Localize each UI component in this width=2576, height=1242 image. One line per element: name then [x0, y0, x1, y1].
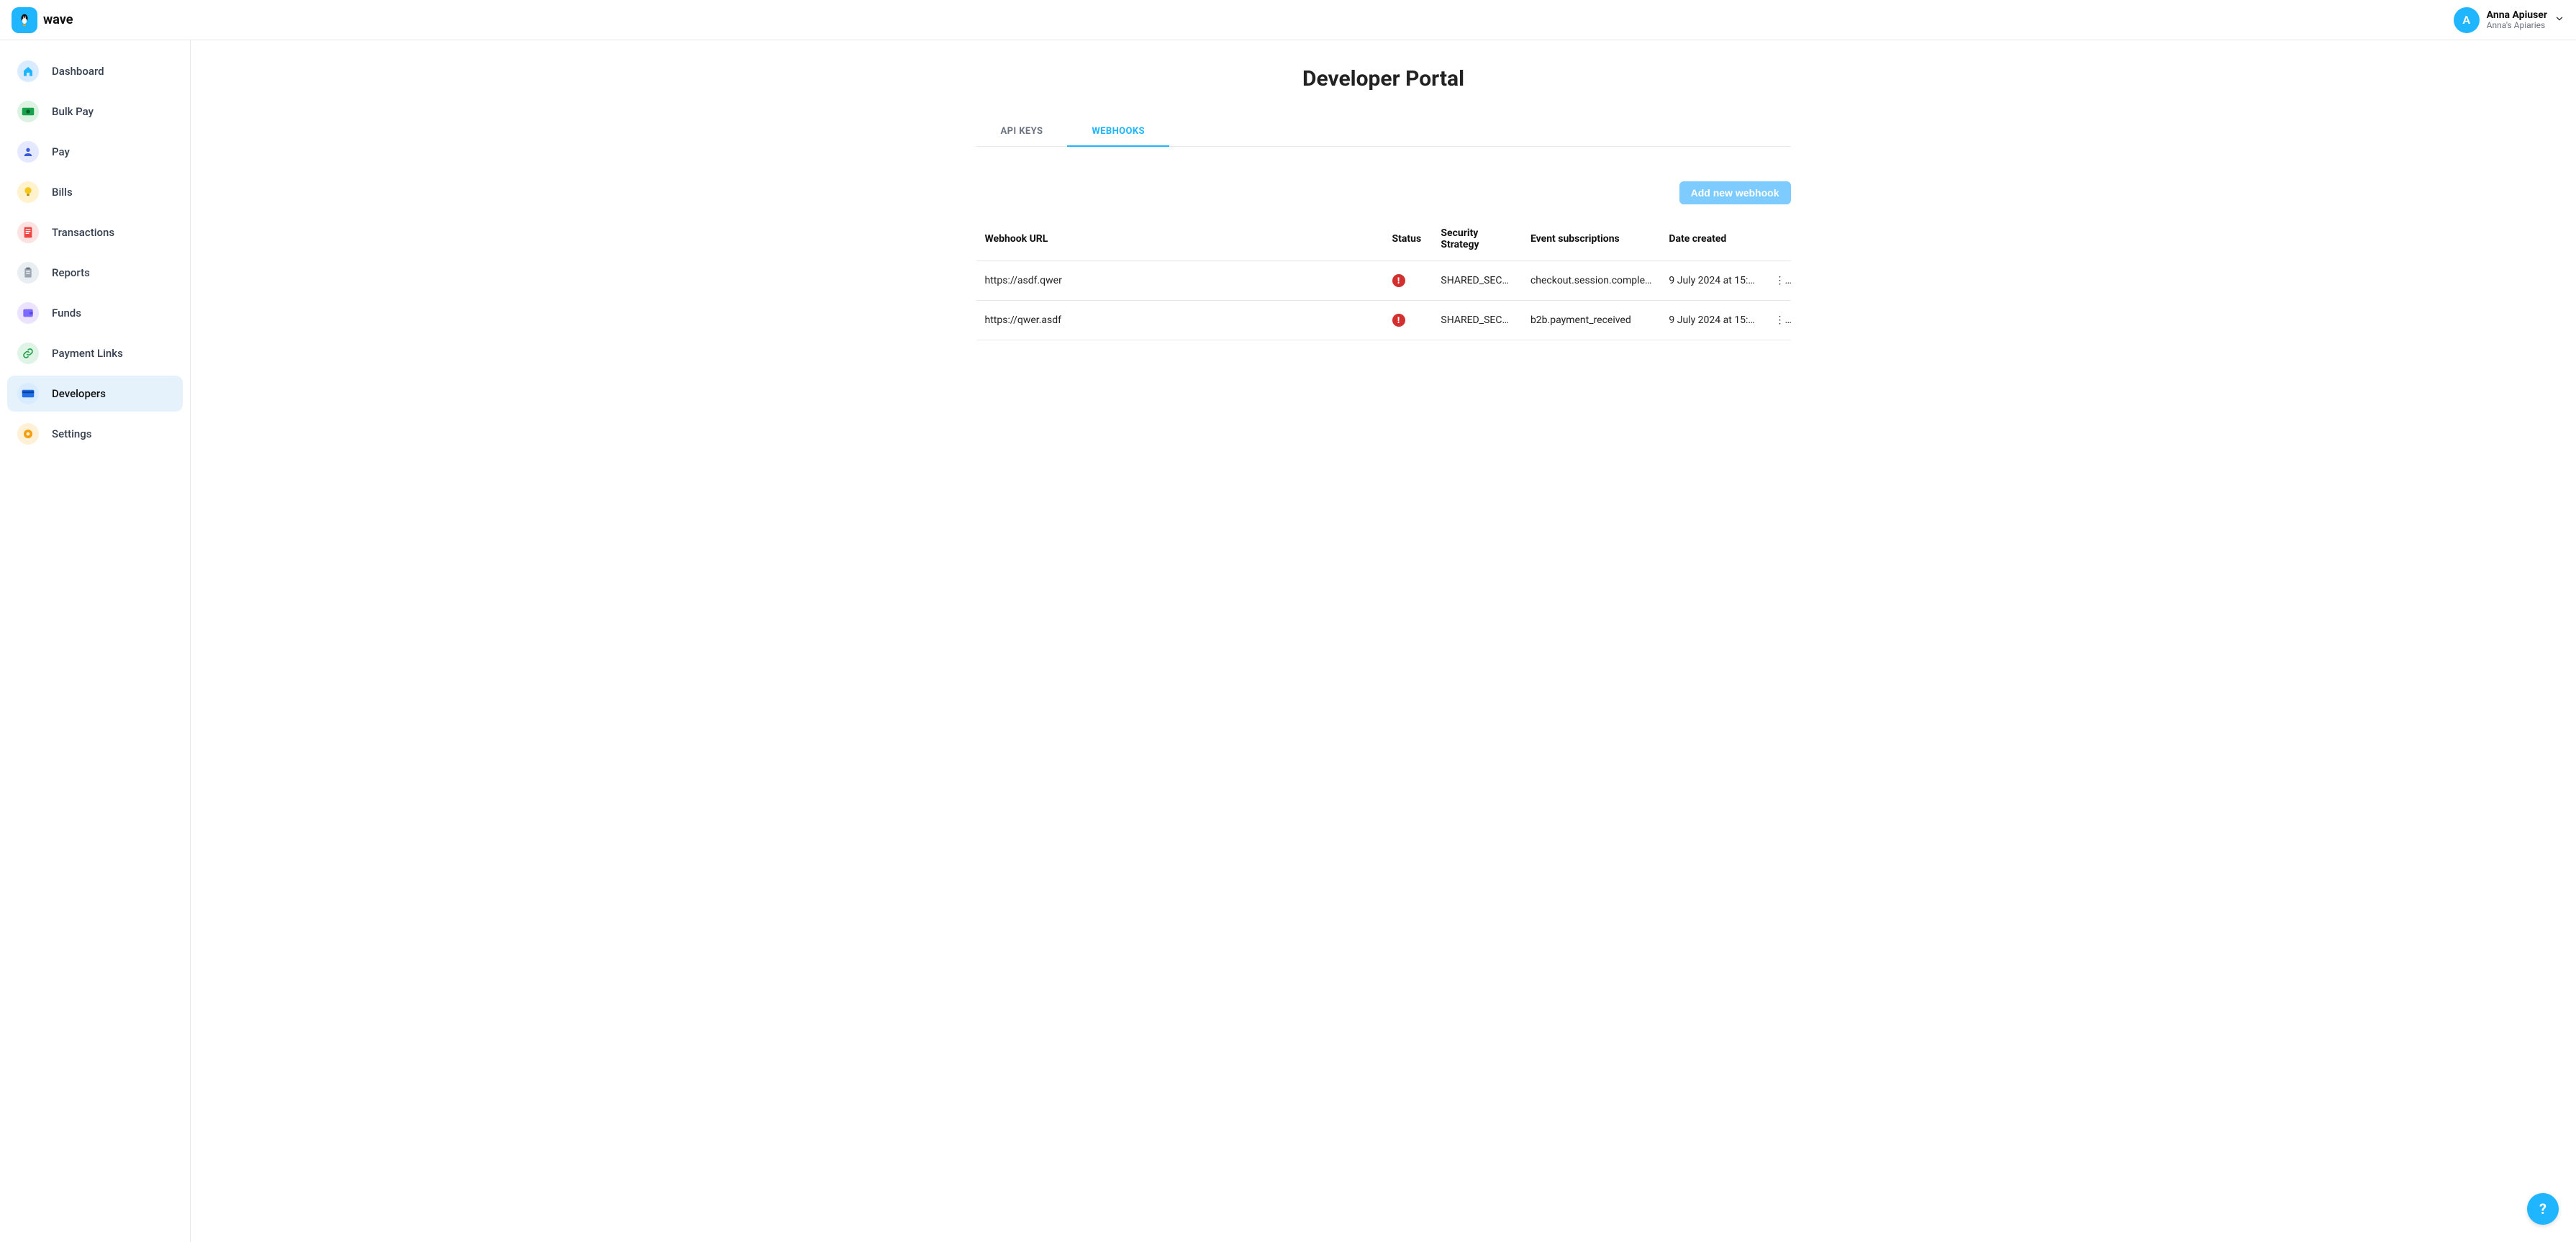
status-error-icon: !	[1392, 274, 1405, 287]
user-org: Anna's Apiaries	[2487, 21, 2547, 31]
sidebar-item-label: Transactions	[52, 226, 114, 239]
col-date: Date created	[1660, 217, 1766, 261]
user-name: Anna Apiuser	[2487, 9, 2547, 21]
cell-status: !	[1384, 261, 1433, 301]
cell-date: 9 July 2024 at 15:27	[1660, 301, 1766, 340]
sidebar-item-paymentlinks[interactable]: Payment Links	[7, 335, 183, 371]
table-row[interactable]: https://asdf.qwer ! SHARED_SECRET checko…	[976, 261, 1791, 301]
add-webhook-button[interactable]: Add new webhook	[1679, 181, 1791, 204]
tab-apikeys[interactable]: API KEYS	[976, 117, 1068, 147]
col-subscriptions: Event subscriptions	[1522, 217, 1660, 261]
col-url: Webhook URL	[976, 217, 1384, 261]
cell-date: 9 July 2024 at 15:27	[1660, 261, 1766, 301]
sidebar-item-pay[interactable]: Pay	[7, 134, 183, 170]
person-icon	[17, 141, 39, 163]
avatar: A	[2454, 7, 2480, 33]
toolbar: Add new webhook	[976, 181, 1791, 204]
sidebar-item-label: Developers	[52, 387, 106, 400]
status-error-icon: !	[1392, 314, 1405, 327]
cell-security: SHARED_SECRET	[1432, 261, 1522, 301]
home-icon	[17, 60, 39, 82]
cell-url: https://asdf.qwer	[976, 261, 1384, 301]
sidebar-item-reports[interactable]: Reports	[7, 255, 183, 291]
sidebar-item-settings[interactable]: Settings	[7, 416, 183, 452]
user-menu[interactable]: A Anna Apiuser Anna's Apiaries	[2454, 7, 2564, 33]
cell-subscriptions: checkout.session.completed	[1522, 261, 1660, 301]
sidebar-item-dashboard[interactable]: Dashboard	[7, 53, 183, 89]
sidebar-item-label: Payment Links	[52, 347, 123, 360]
brand-name: wave	[43, 12, 73, 27]
webhooks-table: Webhook URL Status Security Strategy Eve…	[976, 217, 1791, 340]
clipboard-icon	[17, 262, 39, 284]
sidebar-item-developers[interactable]: Developers	[7, 376, 183, 412]
row-actions-menu[interactable]: ⋮	[1767, 261, 1791, 301]
main: Developer Portal API KEYS WEBHOOKS Add n…	[191, 40, 2576, 1242]
help-icon: ?	[2539, 1200, 2546, 1218]
sidebar-item-label: Dashboard	[52, 65, 104, 78]
brand-logo-icon	[12, 7, 37, 33]
sidebar-item-bulkpay[interactable]: Bulk Pay	[7, 94, 183, 130]
gear-icon	[17, 423, 39, 445]
sidebar-item-label: Bills	[52, 186, 73, 199]
tab-webhooks[interactable]: WEBHOOKS	[1067, 117, 1169, 147]
brand[interactable]: wave	[12, 7, 73, 33]
sidebar-item-bills[interactable]: Bills	[7, 174, 183, 210]
cell-security: SHARED_SECRET	[1432, 301, 1522, 340]
cell-url: https://qwer.asdf	[976, 301, 1384, 340]
sidebar-item-funds[interactable]: Funds	[7, 295, 183, 331]
sidebar-item-label: Pay	[52, 145, 70, 158]
sidebar-item-label: Bulk Pay	[52, 105, 94, 118]
cell-subscriptions: b2b.payment_received	[1522, 301, 1660, 340]
header: wave A Anna Apiuser Anna's Apiaries	[0, 0, 2576, 40]
cash-icon	[17, 101, 39, 122]
chevron-down-icon	[2554, 14, 2564, 27]
sidebar-item-label: Reports	[52, 266, 90, 279]
sidebar-item-label: Funds	[52, 307, 81, 319]
tabs: API KEYS WEBHOOKS	[976, 117, 1791, 147]
sidebar-item-label: Settings	[52, 427, 92, 440]
user-text: Anna Apiuser Anna's Apiaries	[2487, 9, 2547, 31]
link-icon	[17, 343, 39, 364]
row-actions-menu[interactable]: ⋮	[1767, 301, 1791, 340]
lightbulb-icon	[17, 181, 39, 203]
card-icon	[17, 383, 39, 404]
sidebar-item-transactions[interactable]: Transactions	[7, 214, 183, 250]
receipt-icon	[17, 222, 39, 243]
page-title: Developer Portal	[976, 66, 1791, 91]
cell-status: !	[1384, 301, 1433, 340]
sidebar: Dashboard Bulk Pay Pay Bills	[0, 40, 191, 1242]
help-button[interactable]: ?	[2527, 1193, 2559, 1225]
col-status: Status	[1384, 217, 1433, 261]
table-row[interactable]: https://qwer.asdf ! SHARED_SECRET b2b.pa…	[976, 301, 1791, 340]
col-security: Security Strategy	[1432, 217, 1522, 261]
wallet-icon	[17, 302, 39, 324]
